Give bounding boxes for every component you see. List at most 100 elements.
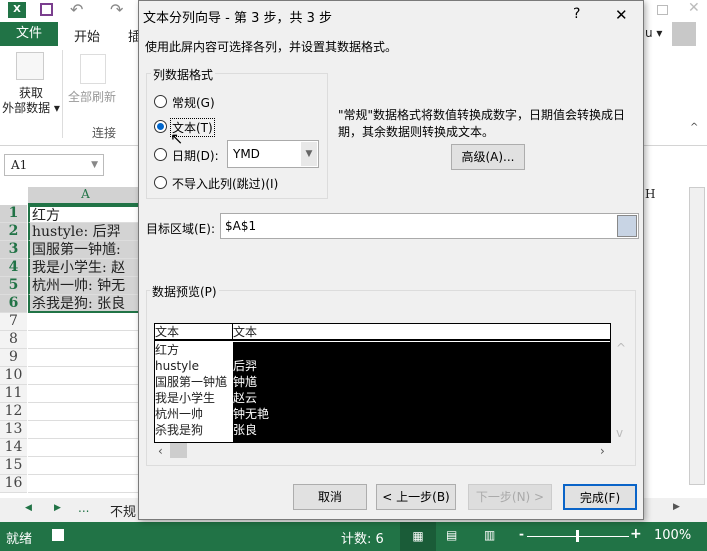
cell[interactable] (28, 457, 143, 475)
collapse-ribbon-icon[interactable]: ^ (690, 122, 698, 133)
finish-button[interactable]: 完成(F) (563, 484, 637, 510)
radio-general-label[interactable]: 常规(G) (172, 94, 215, 111)
row-header[interactable]: 13 (0, 421, 27, 439)
zoom-slider-thumb[interactable] (576, 530, 579, 542)
preview-cell-col1: 我是小学生 (155, 391, 216, 405)
row-header[interactable]: 7 (0, 313, 27, 331)
close-window-icon[interactable]: ✕ (688, 0, 700, 16)
destination-input[interactable]: $A$1 (220, 213, 639, 239)
row-header[interactable]: 12 (0, 403, 27, 421)
column-header-h[interactable]: H (645, 187, 655, 201)
format-note-line1: "常规"数据格式将数值转换成数字，日期值会转换成日 (338, 108, 626, 122)
cell[interactable]: 杀我是狗: 张良 (28, 295, 143, 313)
radio-date-label[interactable]: 日期(D): (172, 147, 219, 164)
row-header[interactable]: 14 (0, 439, 27, 457)
radio-text[interactable] (154, 120, 167, 133)
cell[interactable]: 红方 (28, 205, 143, 223)
get-external-label-2: 外部数据 ▾ (2, 101, 60, 115)
cell[interactable]: 国服第一钟馗: (28, 241, 143, 259)
macro-record-icon[interactable] (52, 529, 64, 541)
cell[interactable]: 我是小学生: 赵 (28, 259, 143, 277)
close-button[interactable]: ✕ (615, 6, 628, 24)
sheet-prev-button[interactable]: ◀ (25, 503, 32, 513)
preview-table[interactable]: 文本 文本 红方 hustyle 后羿 国服第一钟馗 钟馗 我是小学生 赵云 杭州一帅 钟无艳杀… (154, 323, 611, 443)
radio-skip[interactable] (154, 176, 167, 189)
cell[interactable] (28, 367, 143, 385)
avatar[interactable] (672, 22, 696, 46)
help-button[interactable]: ? (573, 6, 580, 22)
cell[interactable]: 杭州一帅: 钟无 (28, 277, 143, 295)
row-header[interactable]: 16 (0, 475, 27, 493)
get-external-data-icon (16, 52, 44, 80)
row-header[interactable]: 10 (0, 367, 27, 385)
page-layout-icon[interactable]: ▤ (446, 528, 457, 542)
row-header[interactable]: 5 (0, 277, 27, 295)
format-group-label: 列数据格式 (151, 66, 216, 83)
maximize-icon[interactable] (657, 5, 668, 15)
advanced-button[interactable]: 高级(A)... (451, 144, 525, 170)
preview-header-1[interactable]: 文本 (155, 324, 179, 340)
radio-date[interactable] (154, 148, 167, 161)
preview-scroll-right[interactable]: › (600, 444, 605, 458)
row-header[interactable]: 3 (0, 241, 27, 259)
row-header[interactable]: 4 (0, 259, 27, 277)
tab-home[interactable]: 开始 (74, 26, 100, 45)
preview-cell-col2: 后羿 (233, 359, 258, 373)
preview-header-2[interactable]: 文本 (233, 324, 257, 340)
tab-file[interactable]: 文件 (0, 22, 58, 46)
cell[interactable] (28, 313, 143, 331)
radio-general[interactable] (154, 95, 167, 108)
sheet-more-button[interactable]: ... (78, 501, 89, 515)
redo-icon[interactable]: ↷ (110, 0, 123, 19)
refresh-all-button[interactable]: 全部刷新 (68, 88, 116, 105)
cell[interactable] (28, 421, 143, 439)
page-break-icon[interactable]: ▥ (484, 528, 495, 542)
row-header[interactable]: 15 (0, 457, 27, 475)
undo-icon[interactable]: ↶ (70, 0, 83, 19)
save-icon[interactable] (40, 3, 53, 16)
row-header[interactable]: 9 (0, 349, 27, 367)
zoom-out-button[interactable]: - (519, 527, 524, 541)
name-box[interactable]: A1 ▼ (4, 154, 104, 176)
cell[interactable] (28, 349, 143, 367)
back-button[interactable]: < 上一步(B) (376, 484, 456, 510)
cell[interactable] (28, 331, 143, 349)
preview-scroll-up[interactable]: ^ (616, 341, 626, 355)
preview-cell-col2: 钟馗 (233, 375, 258, 389)
row-header[interactable]: 8 (0, 331, 27, 349)
row-header[interactable]: 1 (0, 205, 27, 223)
column-header-a[interactable]: A (28, 187, 143, 205)
cell[interactable] (28, 475, 143, 493)
range-picker-icon[interactable] (617, 215, 637, 237)
preview-cell-col1: hustyle (155, 359, 199, 373)
cell[interactable]: hustyle: 后羿 (28, 223, 143, 241)
cancel-button[interactable]: 取消 (293, 484, 367, 510)
sheet-tab[interactable]: 不规 (110, 501, 136, 520)
vertical-scrollbar[interactable] (689, 187, 705, 485)
zoom-in-button[interactable]: + (630, 526, 642, 542)
next-button[interactable]: 下一步(N) > (468, 484, 552, 510)
get-external-data-button[interactable]: 获取 外部数据 ▾ (0, 86, 62, 116)
cell[interactable] (28, 403, 143, 421)
normal-view-icon[interactable]: ▦ (400, 522, 436, 551)
destination-label: 目标区域(E): (146, 222, 215, 236)
row-header[interactable]: 11 (0, 385, 27, 403)
format-note-line2: 期，其余数据则转换成文本。 (338, 125, 495, 139)
row-header[interactable]: 2 (0, 223, 27, 241)
preview-scroll-down[interactable]: v (616, 426, 623, 440)
row-header[interactable]: 6 (0, 295, 27, 313)
preview-selected-column[interactable] (233, 342, 610, 442)
date-format-value: YMD (233, 147, 260, 161)
cell[interactable] (28, 439, 143, 457)
h-scroll-right[interactable]: ▶ (673, 502, 680, 512)
cell[interactable] (28, 385, 143, 403)
zoom-level[interactable]: 100% (654, 528, 691, 543)
radio-skip-label[interactable]: 不导入此列(跳过)(I) (172, 175, 278, 192)
sheet-next-button[interactable]: ▶ (54, 503, 61, 513)
status-ready: 就绪 (6, 532, 33, 547)
preview-scroll-left[interactable]: ‹ (158, 444, 163, 458)
preview-hscroll-thumb[interactable] (170, 443, 187, 458)
date-format-select[interactable]: YMD ▼ (227, 140, 319, 168)
user-name[interactable]: u ▾ (645, 26, 662, 40)
chevron-down-icon: ▼ (301, 142, 317, 166)
